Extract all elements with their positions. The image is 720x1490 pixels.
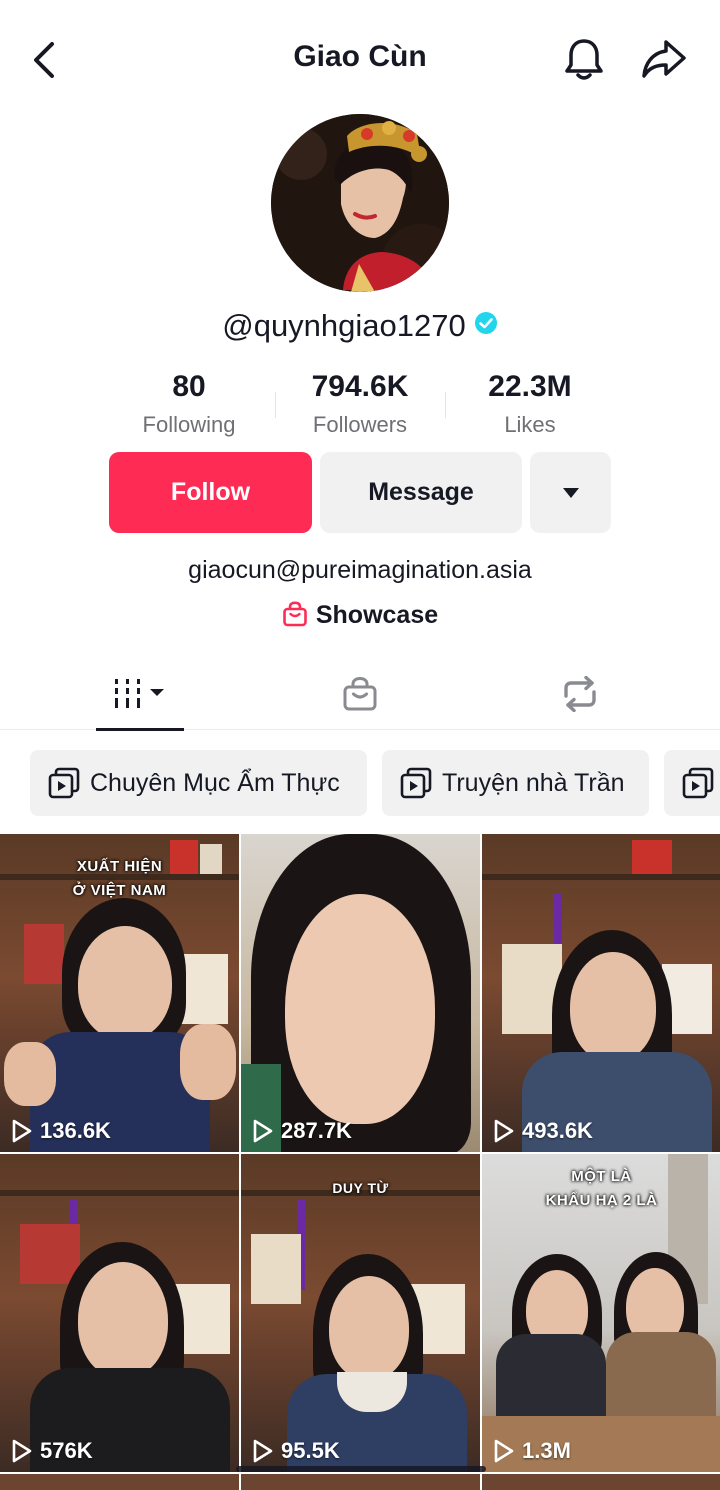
playlist-icon — [48, 767, 80, 799]
showcase-link[interactable]: Showcase — [0, 601, 720, 630]
playlist-chip[interactable]: Chuyên Mục Ẩm Thực — [30, 750, 367, 816]
bio-email[interactable]: giaocun@pureimagination.asia — [0, 556, 720, 585]
video-tile[interactable] — [241, 1474, 480, 1490]
avatar-portrait-image — [271, 114, 449, 292]
play-icon — [253, 1119, 273, 1143]
playlist-icon — [400, 767, 432, 799]
video-caption: Ở VIỆT NAM — [72, 882, 167, 899]
repost-icon — [564, 676, 596, 712]
video-caption: KHẨU HẠ 2 LÀ — [545, 1192, 658, 1209]
playlist-chip[interactable]: Truyện nhà Trần — [382, 750, 649, 816]
following-label: Following — [142, 412, 236, 437]
grid-icon — [115, 679, 164, 708]
profile-stats: 80 Following 794.6K Followers 22.3M Like… — [0, 370, 720, 442]
username-row: @quynhgiao1270 — [0, 308, 720, 344]
view-count-text: 576K — [40, 1438, 93, 1463]
view-count: 493.6K — [494, 1118, 593, 1144]
play-icon — [494, 1439, 514, 1463]
playlist-row: Chuyên Mục Ẩm Thực Truyện nhà Trần — [0, 750, 720, 816]
showcase-label: Showcase — [315, 601, 439, 629]
face — [78, 1262, 168, 1378]
tab-videos[interactable] — [96, 658, 184, 731]
video-caption: MỘT LÀ — [571, 1168, 632, 1185]
view-count-text: 493.6K — [522, 1118, 593, 1143]
bell-icon — [565, 39, 603, 80]
tab-reposts[interactable] — [540, 658, 620, 730]
hand — [4, 1042, 56, 1106]
likes-count: 22.3M — [488, 370, 572, 403]
face — [570, 952, 656, 1062]
view-count: 576K — [12, 1438, 93, 1464]
face — [78, 926, 172, 1040]
face — [285, 894, 435, 1124]
notification-bell-button[interactable] — [562, 36, 606, 82]
likes-label: Likes — [504, 412, 556, 437]
content-tabs — [0, 658, 720, 731]
shelf — [0, 1190, 239, 1196]
view-count: 287.7K — [253, 1118, 352, 1144]
video-tile[interactable]: 576K — [0, 1154, 239, 1472]
message-button[interactable]: Message — [320, 452, 522, 533]
video-tile[interactable]: 493.6K — [482, 834, 720, 1152]
book — [180, 954, 228, 1024]
book — [20, 1224, 80, 1284]
username: @quynhgiao1270 — [222, 308, 466, 343]
scroll-indicator — [236, 1466, 486, 1472]
more-options-button[interactable] — [530, 452, 611, 533]
playlist-chip[interactable] — [664, 750, 720, 816]
shelf — [482, 874, 720, 880]
follow-button[interactable]: Follow — [109, 452, 312, 533]
video-caption: DUY TỪ — [332, 1180, 389, 1196]
playlist-label: Chuyên Mục Ẩm Thực — [90, 768, 340, 797]
face — [329, 1276, 409, 1380]
view-count-text: 1.3M — [522, 1438, 571, 1463]
following-count: 80 — [172, 370, 206, 403]
play-icon — [253, 1439, 273, 1463]
video-tile[interactable]: 287.7K — [241, 834, 480, 1152]
play-icon — [12, 1119, 32, 1143]
view-count-text: 136.6K — [40, 1118, 111, 1143]
page-title: Giao Cùn — [293, 40, 427, 73]
following-stat[interactable]: 80 Following — [104, 370, 274, 438]
playlist-icon — [682, 767, 714, 799]
followers-count: 794.6K — [311, 370, 409, 403]
verified-badge-icon — [474, 307, 498, 343]
likes-stat[interactable]: 22.3M Likes — [445, 370, 615, 438]
followers-stat[interactable]: 794.6K Followers — [275, 370, 445, 438]
view-count: 95.5K — [253, 1438, 340, 1464]
video-tile[interactable]: XUẤT HIỆN Ở VIỆT NAM 136.6K — [0, 834, 239, 1152]
tab-shop[interactable] — [320, 658, 400, 730]
video-caption: XUẤT HIỆN — [76, 858, 163, 875]
view-count: 136.6K — [12, 1118, 111, 1144]
view-count-text: 95.5K — [281, 1438, 340, 1463]
video-grid: XUẤT HIỆN Ở VIỆT NAM 136.6K 287.7K 493.6… — [0, 834, 720, 1490]
view-count-text: 287.7K — [281, 1118, 352, 1143]
share-arrow-icon — [642, 40, 686, 78]
shop-bag-icon — [343, 676, 377, 711]
shopping-bag-icon — [283, 601, 307, 627]
video-tile[interactable]: DUY TỪ 95.5K — [241, 1154, 480, 1472]
book — [24, 924, 64, 984]
followers-label: Followers — [312, 412, 408, 437]
book — [632, 840, 672, 874]
top-bar: Giao Cùn — [0, 0, 720, 118]
play-icon — [494, 1119, 514, 1143]
playlist-label: Truyện nhà Trần — [442, 768, 625, 797]
video-tile[interactable]: MỘT LÀ KHẨU HẠ 2 LÀ 1.3M — [482, 1154, 720, 1472]
video-tile[interactable] — [482, 1474, 720, 1490]
book — [251, 1234, 301, 1304]
hand — [180, 1024, 236, 1100]
video-tile[interactable] — [0, 1474, 239, 1490]
view-count: 1.3M — [494, 1438, 571, 1464]
play-icon — [12, 1439, 32, 1463]
caret-down-icon — [562, 487, 579, 498]
profile-avatar[interactable] — [271, 114, 449, 292]
share-button[interactable] — [640, 38, 688, 80]
